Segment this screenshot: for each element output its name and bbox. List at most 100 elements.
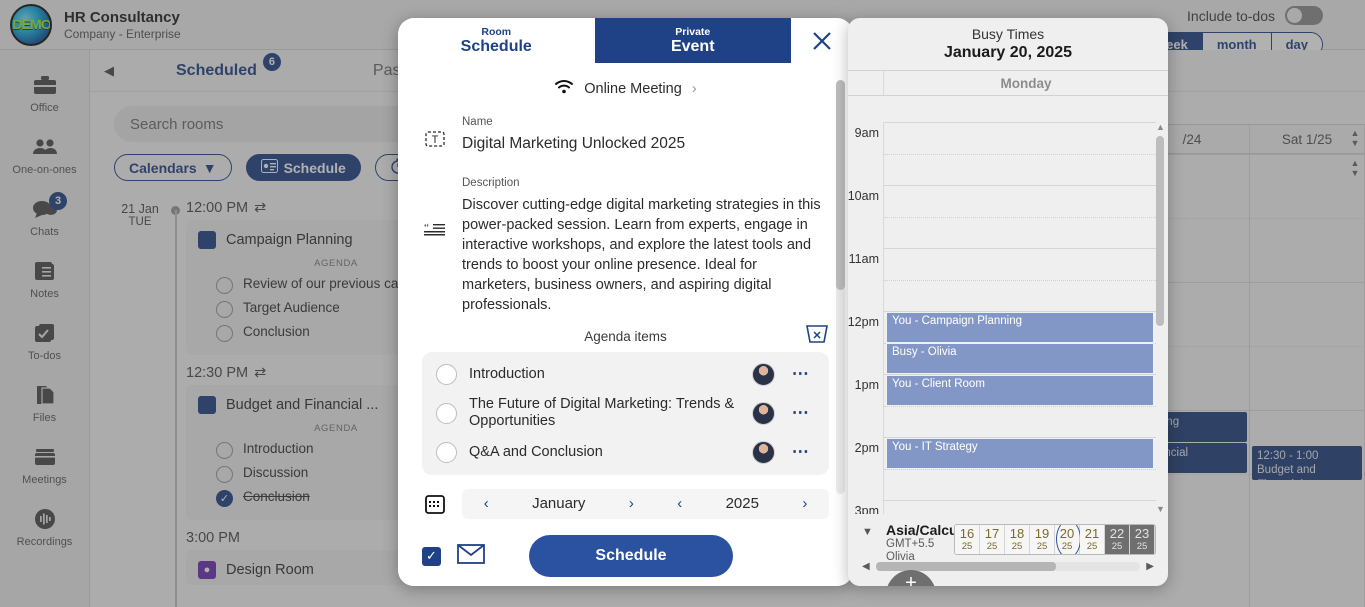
email-icon[interactable]	[457, 543, 485, 569]
sidebar-item-recordings[interactable]: Recordings	[0, 496, 89, 558]
avatar[interactable]	[752, 440, 775, 464]
calendar-day-headers: /24 Sat 1/25	[1135, 124, 1365, 154]
agenda-item-row[interactable]: The Future of Digital Marketing: Trends …	[432, 391, 819, 436]
agenda-text: Target Audience	[243, 300, 340, 315]
agenda-checkbox[interactable]	[216, 325, 233, 342]
online-meeting-selector[interactable]: Online Meeting ›	[422, 79, 829, 98]
calendar-scroll-arrows-2[interactable]: ▲ ▼	[1347, 158, 1363, 178]
calendar-event[interactable]: 12:30 - 1:00 Budget and Financial	[1252, 446, 1362, 480]
busy-event[interactable]: You - Campaign Planning	[886, 312, 1154, 343]
back-arrow-icon[interactable]: ◀	[104, 63, 114, 79]
sidebar-item-todos[interactable]: To-dos	[0, 310, 89, 372]
month-year-picker[interactable]: ‹ January › ‹ 2025 ›	[462, 488, 829, 519]
agenda-checkbox[interactable]	[216, 442, 233, 459]
sidebar-item-label: Files	[32, 412, 57, 424]
date-day: 17	[984, 526, 1000, 541]
sidebar-item-files[interactable]: Files	[0, 372, 89, 434]
agenda-item-text[interactable]: Q&A and Conclusion	[469, 444, 740, 461]
busy-scrollbar[interactable]: ▲ ▼	[1154, 122, 1166, 514]
tab-private-event[interactable]: Private Event	[594, 18, 791, 63]
agenda-checkbox[interactable]: ✓	[216, 490, 233, 507]
next-month-icon[interactable]: ›	[629, 495, 634, 512]
busy-event[interactable]: Busy - Olivia	[886, 343, 1154, 374]
sidebar-item-meetings[interactable]: Meetings	[0, 434, 89, 496]
clear-agenda-icon[interactable]	[805, 324, 829, 349]
scroll-up-icon[interactable]: ▲	[1156, 122, 1165, 132]
sidebar-item-chats[interactable]: 3 Chats	[0, 186, 89, 248]
calendar-column[interactable]: 12:30 - 1:00 Budget and Financial	[1250, 154, 1365, 607]
date-day: 18	[1009, 526, 1025, 541]
avatar[interactable]	[752, 362, 775, 386]
more-options-icon[interactable]: ⋯	[787, 403, 815, 423]
date-strip-scrollbar-thumb[interactable]	[875, 561, 1056, 571]
timezone-caret-icon[interactable]: ▼	[862, 526, 873, 538]
tab-scheduled[interactable]: Scheduled 6	[176, 52, 281, 80]
date-cell[interactable]: 17 25	[980, 525, 1005, 554]
agenda-item-text[interactable]: Introduction	[469, 366, 740, 383]
add-person-button[interactable]: +	[886, 570, 936, 586]
agenda-item-checkbox[interactable]	[436, 363, 457, 385]
agenda-items-list: Introduction ⋯ The Future of Digital Mar…	[422, 351, 829, 475]
org-subtitle: Company - Enterprise	[64, 26, 181, 41]
scroll-left-icon[interactable]: ◀	[862, 561, 870, 572]
date-cell[interactable]: 18 25	[1005, 525, 1030, 554]
sidebar-item-notes[interactable]: Notes	[0, 248, 89, 310]
include-todos-label: Include to-dos	[1187, 7, 1275, 24]
date-cell[interactable]: 16 25	[955, 525, 980, 554]
modal-footer: ✓ Schedule	[398, 526, 853, 586]
sidebar-item-office[interactable]: Office	[0, 62, 89, 124]
modal-scrollbar[interactable]	[836, 80, 845, 494]
more-options-icon[interactable]: ⋯	[787, 442, 815, 462]
date-cell[interactable]: 23 25	[1130, 525, 1155, 554]
agenda-checkbox[interactable]	[216, 277, 233, 294]
prev-month-icon[interactable]: ‹	[484, 495, 489, 512]
name-input[interactable]: Digital Marketing Unlocked 2025	[462, 134, 829, 155]
close-icon[interactable]	[791, 18, 853, 63]
agenda-checkbox[interactable]	[216, 466, 233, 483]
date-cell[interactable]: 22 25	[1105, 525, 1130, 554]
description-input[interactable]: Discover cutting-edge digital marketing …	[462, 195, 829, 315]
schedule-button[interactable]: Schedule	[245, 154, 361, 181]
schedule-submit-button[interactable]: Schedule	[529, 535, 733, 577]
busy-scrollbar-thumb[interactable]	[1156, 136, 1164, 326]
agenda-item-checkbox[interactable]	[436, 402, 457, 424]
include-todos-toggle[interactable]	[1285, 6, 1323, 25]
calendars-button[interactable]: Calendars ▼	[114, 154, 232, 181]
agenda-item-row[interactable]: Q&A and Conclusion ⋯	[432, 436, 819, 469]
modal-scrollbar-thumb[interactable]	[836, 80, 845, 290]
busy-event-column[interactable]: You - Campaign Planning Busy - Olivia Yo…	[884, 122, 1156, 514]
next-year-icon[interactable]: ›	[802, 495, 807, 512]
sidebar-item-one-on-ones[interactable]: One-on-ones	[0, 124, 89, 186]
agenda-item-text[interactable]: The Future of Digital Marketing: Trends …	[469, 396, 740, 431]
date-day: 23	[1134, 526, 1150, 541]
calendar-scroll-arrows[interactable]: ▲ ▼	[1347, 128, 1363, 148]
busy-event[interactable]: You - IT Strategy	[886, 438, 1154, 469]
date-cell[interactable]: 21 25	[1080, 525, 1105, 554]
scroll-down-icon[interactable]: ▼	[1156, 504, 1165, 514]
avatar[interactable]	[752, 401, 775, 425]
app-logo: DEMO	[10, 3, 52, 46]
prev-year-icon[interactable]: ‹	[677, 495, 682, 512]
notify-checkbox[interactable]: ✓	[422, 546, 441, 566]
date-year: 25	[1011, 541, 1023, 552]
busy-time-label: 2pm	[854, 441, 879, 455]
timeline-time-label: 12:00 PM	[186, 200, 249, 216]
date-cell-selected[interactable]: 20 25	[1055, 525, 1081, 554]
scroll-down-icon: ▼	[1350, 138, 1360, 148]
date-strip[interactable]: 16 25 17 25 18 25 19 25 20 25 21 25 22 2…	[954, 524, 1156, 555]
agenda-item-row[interactable]: Introduction ⋯	[432, 358, 819, 391]
tab-room-schedule[interactable]: Room Schedule	[398, 18, 595, 63]
name-field: T Name Digital Marketing Unlocked 2025	[422, 116, 829, 155]
date-cell[interactable]: 19 25	[1030, 525, 1055, 554]
online-meeting-label: Online Meeting	[584, 80, 682, 97]
agenda-checkbox[interactable]	[216, 301, 233, 318]
scroll-right-icon[interactable]: ▶	[1146, 561, 1154, 572]
busy-event[interactable]: You - Client Room	[886, 375, 1154, 406]
more-options-icon[interactable]: ⋯	[787, 364, 815, 384]
agenda-text: Discussion	[243, 465, 309, 480]
timeline-time-label: 3:00 PM	[186, 530, 240, 546]
agenda-item-checkbox[interactable]	[436, 441, 457, 463]
sidebar-item-label: Notes	[30, 288, 59, 300]
scroll-up-icon: ▲	[1350, 128, 1360, 138]
timeline-time-label: 12:30 PM	[186, 365, 249, 381]
